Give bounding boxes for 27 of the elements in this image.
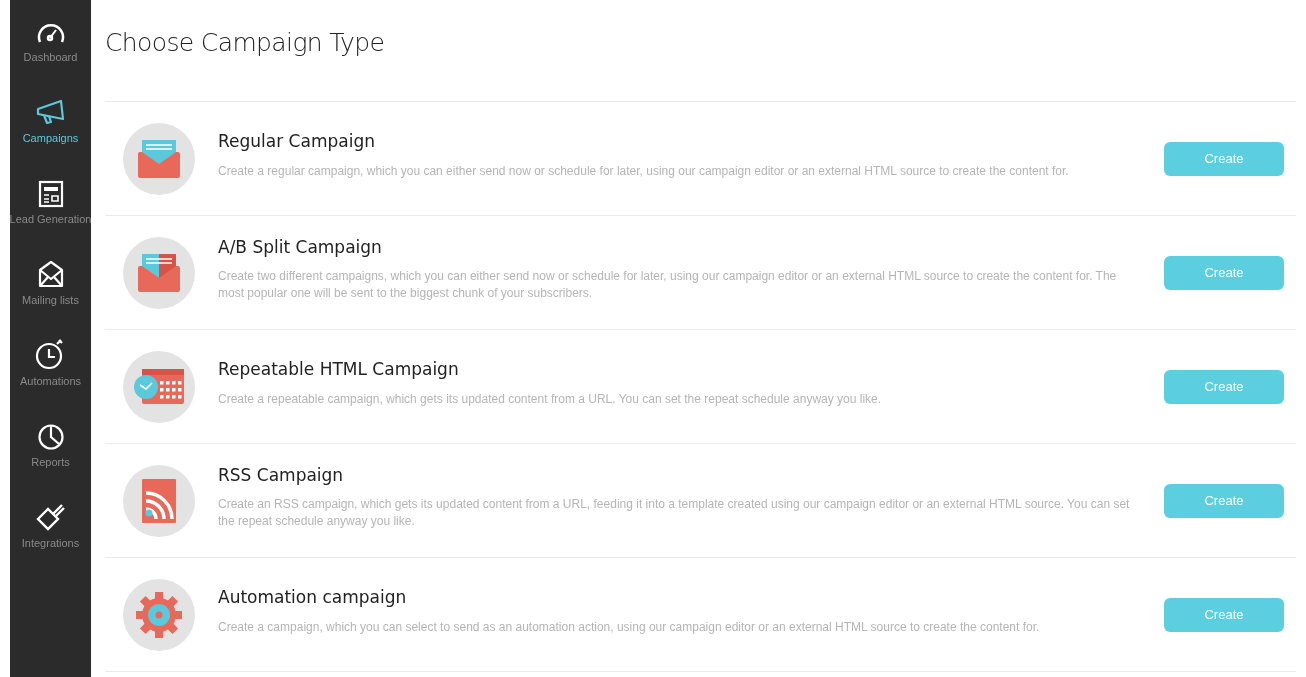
sidebar-item[interactable]: Dashboard: [10, 14, 91, 95]
campaign-description: Create an RSS campaign, which gets its updated content from a URL, feeding it into a template created using our campaign editor or an external HTML source. You can set the repeat schedule anyway you like.: [218, 496, 1131, 531]
campaign-title: Automation campaign: [218, 586, 408, 610]
campaign-title: Regular Campaign: [218, 130, 376, 154]
sidebar-item[interactable]: Mailing lists: [10, 257, 91, 338]
envelope-icon: [36, 259, 65, 289]
campaign-title: Repeatable HTML Campaign: [218, 358, 460, 382]
campaign-description: Create two different campaigns, which you can either send now or schedule for later, using our campaign editor or an external HTML source to create the content for. The most popular one will be sent to the biggest chunk of your subscribers.: [218, 268, 1118, 303]
sidebar-item[interactable]: Automations: [10, 338, 91, 419]
pie-icon: [36, 423, 65, 451]
sidebar-item[interactable]: Lead Generation: [10, 176, 91, 257]
campaign-description: Create a regular campaign, which you can either send now or schedule for later, using our campaign editor or an external HTML source to create the content for.: [218, 162, 1070, 180]
rss-icon: [142, 478, 176, 523]
calendar-clock-icon: [134, 368, 184, 404]
sidebar-item[interactable]: Campaigns: [10, 95, 91, 176]
sidebar-item[interactable]: Reports: [10, 419, 91, 500]
campaign-description: Create a campaign, which you can select to send as an automation action, using our campaign editor or an external HTML source to create the content for.: [218, 618, 1041, 636]
page-title: Choose Campaign Type: [105, 27, 386, 59]
sidebar-item[interactable]: Integrations: [10, 500, 91, 581]
campaign-title: A/B Split Campaign: [218, 235, 383, 259]
form-icon: [37, 180, 64, 208]
envelope-icon: [138, 139, 180, 178]
campaign-title: RSS Campaign: [218, 463, 345, 487]
split-envelope-icon: [138, 253, 180, 292]
megaphone-icon: [34, 97, 67, 127]
gear-icon: [136, 591, 182, 638]
campaign-description: Create a repeatable campaign, which gets its updated content from a URL. You can set the repeat schedule anyway you like.: [218, 390, 883, 408]
